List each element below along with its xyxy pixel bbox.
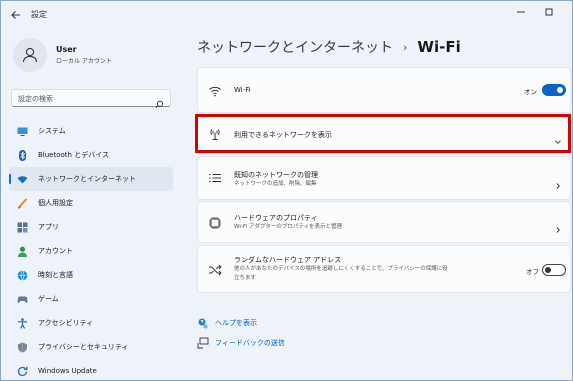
apps-icon [17, 222, 28, 233]
sidebar-item-privacy[interactable]: プライバシーとセキュリティ [9, 335, 173, 359]
sidebar-item-label: ゲーム [38, 295, 59, 303]
sidebar-item-system[interactable]: システム [9, 119, 173, 143]
sidebar-item-gaming[interactable]: ゲーム [9, 287, 173, 311]
hardware-properties-subtitle: Wi-Fi アダプターのプロパティを表示と管理 [234, 224, 343, 230]
feedback-icon [197, 337, 209, 349]
breadcrumb-separator: › [403, 40, 408, 54]
sidebar-item-accounts[interactable]: アカウント [9, 239, 173, 263]
list-icon [208, 171, 222, 185]
brush-icon [17, 197, 28, 209]
shield-icon [17, 342, 28, 353]
wifi-state-label: オン [524, 88, 537, 96]
globe-clock-icon [17, 270, 28, 281]
breadcrumb-parent[interactable]: ネットワークとインターネット [197, 37, 393, 57]
user-account-type: ローカル アカウント [56, 58, 112, 65]
app-title: 設定 [31, 10, 47, 19]
sidebar-item-label: 個人用設定 [38, 199, 73, 207]
sidebar-item-label: 時刻と言語 [38, 271, 73, 279]
sidebar-item-label: アクセシビリティ [38, 319, 94, 327]
wifi-icon [17, 174, 28, 185]
monitor-icon [17, 126, 28, 137]
known-networks-title: 既知のネットワークの管理 [234, 171, 318, 179]
random-hardware-address-subtitle-2: 立ちます [234, 275, 257, 281]
known-networks-card[interactable]: 既知のネットワークの管理 ネットワークの追加、削除、編集 [197, 156, 571, 200]
sidebar-item-time-language[interactable]: 時刻と言語 [9, 263, 173, 287]
chip-icon [208, 216, 222, 230]
chevron-right-icon[interactable] [554, 219, 562, 233]
feedback-link-label[interactable]: フィードバックの送信 [215, 338, 285, 348]
chevron-right-icon[interactable] [554, 175, 562, 189]
breadcrumb: ネットワークとインターネット › Wi-Fi [197, 37, 461, 57]
random-hardware-address-card: ランダムなハードウェア アドレス 他の人があなたのデバイスの場所を追跡しにくくす… [197, 245, 571, 293]
sidebar-item-apps[interactable]: アプリ [9, 215, 173, 239]
sidebar-item-personalization[interactable]: 個人用設定 [9, 191, 173, 215]
toggle-knob [557, 87, 563, 93]
sidebar-item-label: システム [38, 127, 66, 135]
help-link[interactable]: ヘルプを表示 [197, 317, 257, 329]
update-icon [17, 366, 28, 377]
hardware-properties-card[interactable]: ハードウェアのプロパティ Wi-Fi アダプターのプロパティを表示と管理 [197, 201, 571, 243]
toggle-knob [545, 267, 551, 273]
known-networks-subtitle: ネットワークの追加、削除、編集 [234, 181, 317, 187]
sidebar-item-label: Windows Update [38, 367, 97, 375]
maximize-icon[interactable] [539, 5, 559, 19]
sidebar-item-label: ネットワークとインターネット [38, 175, 136, 183]
sidebar-item-label: アカウント [38, 247, 73, 255]
sidebar-item-label: アプリ [38, 223, 59, 231]
chevron-down-icon[interactable] [554, 131, 562, 144]
sidebar-item-bluetooth[interactable]: Bluetooth とデバイス [9, 143, 173, 167]
sidebar-nav: システム Bluetooth とデバイス ネットワークとインターネット 個人用設… [9, 119, 173, 380]
search-box[interactable] [11, 89, 171, 109]
minimize-icon[interactable] [511, 5, 531, 19]
hardware-properties-title: ハードウェアのプロパティ [234, 214, 318, 222]
shuffle-icon [208, 263, 222, 277]
page-title: Wi-Fi [417, 38, 461, 56]
wifi-toggle[interactable] [542, 84, 566, 96]
bluetooth-icon [17, 149, 28, 161]
sidebar-item-label: Bluetooth とデバイス [38, 151, 109, 159]
available-networks-card[interactable]: 利用できるネットワークを表示 [197, 115, 571, 152]
gamepad-icon [17, 294, 28, 305]
available-networks-title: 利用できるネットワークを表示 [234, 131, 332, 139]
sidebar-item-windows-update[interactable]: Windows Update [9, 359, 173, 380]
settings-window: 設定 User ローカル アカウント システム Bluetoot [0, 0, 573, 381]
title-bar: 設定 [1, 1, 572, 29]
sidebar-item-label: プライバシーとセキュリティ [38, 343, 129, 351]
search-icon[interactable] [155, 94, 164, 109]
sidebar-item-accessibility[interactable]: アクセシビリティ [9, 311, 173, 335]
antenna-icon [208, 127, 222, 141]
wifi-icon [208, 84, 222, 98]
random-hardware-address-subtitle-1: 他の人があなたのデバイスの場所を追跡しにくくすることで、プライバシーの保護に役 [234, 266, 448, 272]
random-address-toggle[interactable] [542, 264, 566, 276]
random-hardware-address-title: ランダムなハードウェア アドレス [234, 256, 342, 264]
random-address-state-label: オフ [526, 268, 539, 276]
account-icon [17, 246, 28, 257]
wifi-title: Wi-Fi [234, 86, 251, 94]
help-icon [197, 317, 209, 329]
feedback-link[interactable]: フィードバックの送信 [197, 337, 285, 349]
back-arrow-icon[interactable] [9, 7, 23, 21]
wifi-toggle-card[interactable]: Wi-Fi オン [197, 67, 571, 113]
sidebar-item-network[interactable]: ネットワークとインターネット [9, 167, 173, 191]
help-link-label[interactable]: ヘルプを表示 [215, 318, 257, 328]
accessibility-icon [17, 317, 28, 329]
search-input[interactable] [18, 93, 148, 105]
avatar[interactable] [13, 38, 47, 72]
user-name: User [56, 45, 77, 54]
